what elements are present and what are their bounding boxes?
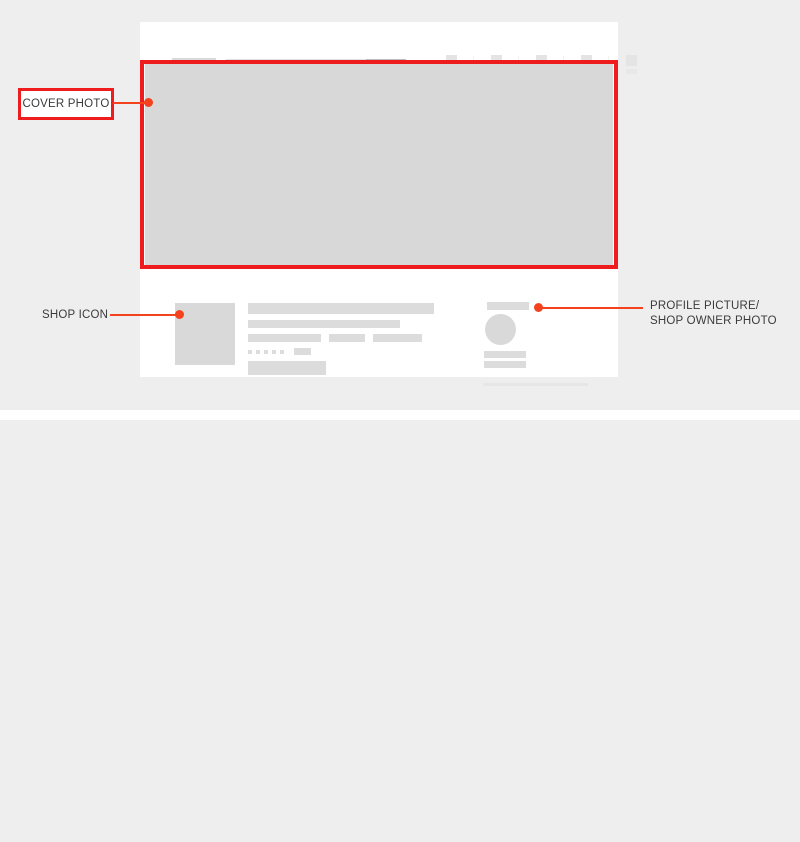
owner-heading-placeholder [487, 302, 529, 310]
follow-button-placeholder[interactable] [248, 361, 326, 375]
nav-label-5 [625, 69, 637, 74]
star-icon-4 [272, 349, 276, 354]
owner-name-placeholder [484, 351, 526, 358]
star-icon-3 [264, 349, 268, 354]
rating-count-placeholder [294, 348, 311, 355]
bottom-stage: BANNER SHOP ICON PROFILE PICTURE/ SHOP O… [0, 420, 800, 842]
wireframe-annotation-page: COVER PHOTO SHOP ICON PROFILE PICTURE/ S… [0, 0, 800, 842]
profile-annotation-label-top: PROFILE PICTURE/ SHOP OWNER PHOTO [650, 300, 777, 327]
cover-photo-highlight-box [140, 60, 618, 269]
shop-subtitle-placeholder [248, 320, 400, 328]
cover-photo-leader-dot [144, 98, 153, 107]
cover-photo-annotation-label: COVER PHOTO [22, 97, 110, 110]
profile-leader-line-top [539, 307, 643, 309]
shop-meta-1 [248, 334, 321, 342]
shop-meta-3 [373, 334, 422, 342]
shop-icon-placeholder[interactable] [175, 303, 235, 365]
shop-icon-leader-line-top [110, 314, 180, 316]
cover-photo-annotation-box: COVER PHOTO [18, 88, 114, 120]
owner-role-placeholder [484, 361, 526, 368]
star-icon-2 [256, 349, 260, 354]
nav-item-5[interactable] [620, 55, 642, 74]
shop-meta-2 [329, 334, 365, 342]
star-icon-1 [248, 349, 252, 354]
owner-avatar-placeholder[interactable] [485, 314, 516, 345]
shop-icon-leader-dot-top [175, 310, 184, 319]
owner-divider [483, 383, 588, 386]
star-icon-5 [280, 349, 284, 354]
shop-rating-stars [248, 348, 311, 355]
shop-title-placeholder [248, 303, 434, 314]
nav-icon-5 [625, 55, 637, 66]
top-stage: COVER PHOTO SHOP ICON PROFILE PICTURE/ S… [0, 0, 800, 410]
shop-icon-annotation-label-top: SHOP ICON [42, 309, 109, 321]
